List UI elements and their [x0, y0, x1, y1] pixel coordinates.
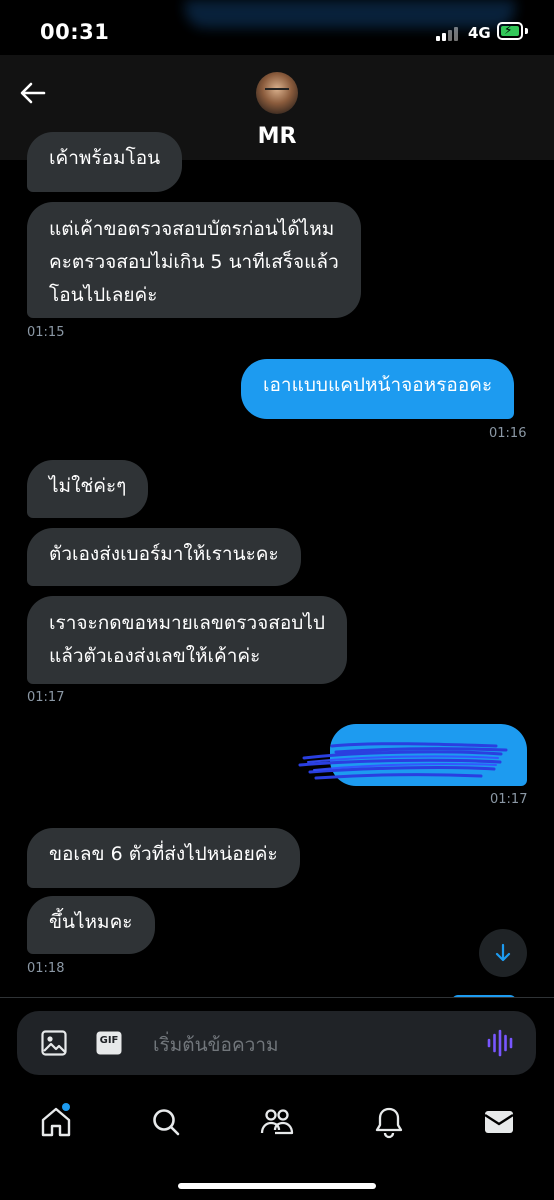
- message-input[interactable]: เริ่มต้นข้อความ: [153, 1030, 279, 1060]
- tab-communities[interactable]: [259, 1104, 295, 1140]
- battery-tip: [525, 28, 528, 34]
- message-timestamp: 01:18: [27, 961, 65, 976]
- message-timestamp: 01:17: [27, 690, 65, 705]
- add-gif-button[interactable]: GIF: [95, 1029, 123, 1057]
- message-line: โอนไปเลยค่ะ: [49, 284, 158, 306]
- envelope-icon: [484, 1111, 514, 1133]
- message-timestamp: 01:17: [490, 792, 528, 807]
- battery-icon: ⚡: [497, 22, 523, 40]
- message-text: เอาแบบแคปหน้าจอหรออคะ: [263, 374, 493, 396]
- notification-dot: [62, 1103, 70, 1111]
- tab-messages[interactable]: [481, 1104, 517, 1140]
- message-timestamp: 01:15: [27, 325, 65, 340]
- scroll-to-bottom-button[interactable]: [479, 929, 527, 977]
- message-text: ตัวเองส่งเบอร์มาให้เรานะคะ: [49, 543, 279, 565]
- status-time: 00:31: [40, 20, 110, 44]
- add-image-button[interactable]: [40, 1029, 68, 1061]
- message-text: ขึ้นไหมคะ: [49, 911, 133, 933]
- bell-icon: [375, 1107, 403, 1139]
- message-bubble-received[interactable]: ขึ้นไหมคะ: [27, 896, 155, 954]
- back-button[interactable]: [18, 78, 48, 108]
- message-line: แต่เค้าขอตรวจสอบบัตรก่อนได้ไหม: [49, 218, 335, 240]
- message-bubble-sent[interactable]: เอาแบบแคปหน้าจอหรออคะ: [241, 359, 515, 419]
- message-text: เค้าพร้อมโอน: [49, 147, 161, 169]
- message-bubble-received[interactable]: เค้าพร้อมโอน: [27, 132, 183, 192]
- people-icon: [260, 1109, 294, 1135]
- network-type: 4G: [468, 24, 491, 42]
- message-bubble-received[interactable]: ขอเลข 6 ตัวที่ส่งไปหน่อยค่ะ: [27, 828, 300, 888]
- voice-wave-icon: [487, 1029, 513, 1057]
- redaction-scribble: [298, 742, 508, 780]
- status-bar-glow: [185, 0, 515, 28]
- message-line: คะตรวจสอบไม่เกิน 5 นาทีเสร็จแล้ว: [49, 251, 339, 273]
- message-bubble-received[interactable]: เราจะกดขอหมายเลขตรวจสอบไป แล้วตัวเองส่งเ…: [27, 596, 347, 684]
- message-bubble-received[interactable]: ตัวเองส่งเบอร์มาให้เรานะคะ: [27, 528, 301, 586]
- tab-search[interactable]: [148, 1104, 184, 1140]
- message-text: ไม่ใช่ค่ะๆ: [49, 475, 127, 497]
- arrow-left-icon: [20, 82, 46, 104]
- message-timestamp: 01:16: [489, 426, 527, 441]
- avatar[interactable]: [256, 72, 298, 114]
- message-line: เราจะกดขอหมายเลขตรวจสอบไป: [49, 612, 325, 634]
- message-line: แล้วตัวเองส่งเลขให้เค้าค่ะ: [49, 645, 261, 667]
- gif-label: GIF: [99, 1035, 119, 1046]
- voice-message-button[interactable]: [486, 1028, 516, 1062]
- tab-notifications[interactable]: [371, 1104, 407, 1140]
- message-bubble-received[interactable]: แต่เค้าขอตรวจสอบบัตรก่อนได้ไหม คะตรวจสอบ…: [27, 202, 361, 318]
- message-text: ขอเลข 6 ตัวที่ส่งไปหน่อยค่ะ: [49, 843, 278, 865]
- message-bubble-received[interactable]: ไม่ใช่ค่ะๆ: [27, 460, 149, 518]
- home-indicator: [178, 1183, 376, 1189]
- arrow-down-icon: [495, 943, 511, 962]
- signal-icon: [436, 25, 464, 41]
- search-icon: [153, 1109, 180, 1136]
- image-icon: [41, 1030, 67, 1056]
